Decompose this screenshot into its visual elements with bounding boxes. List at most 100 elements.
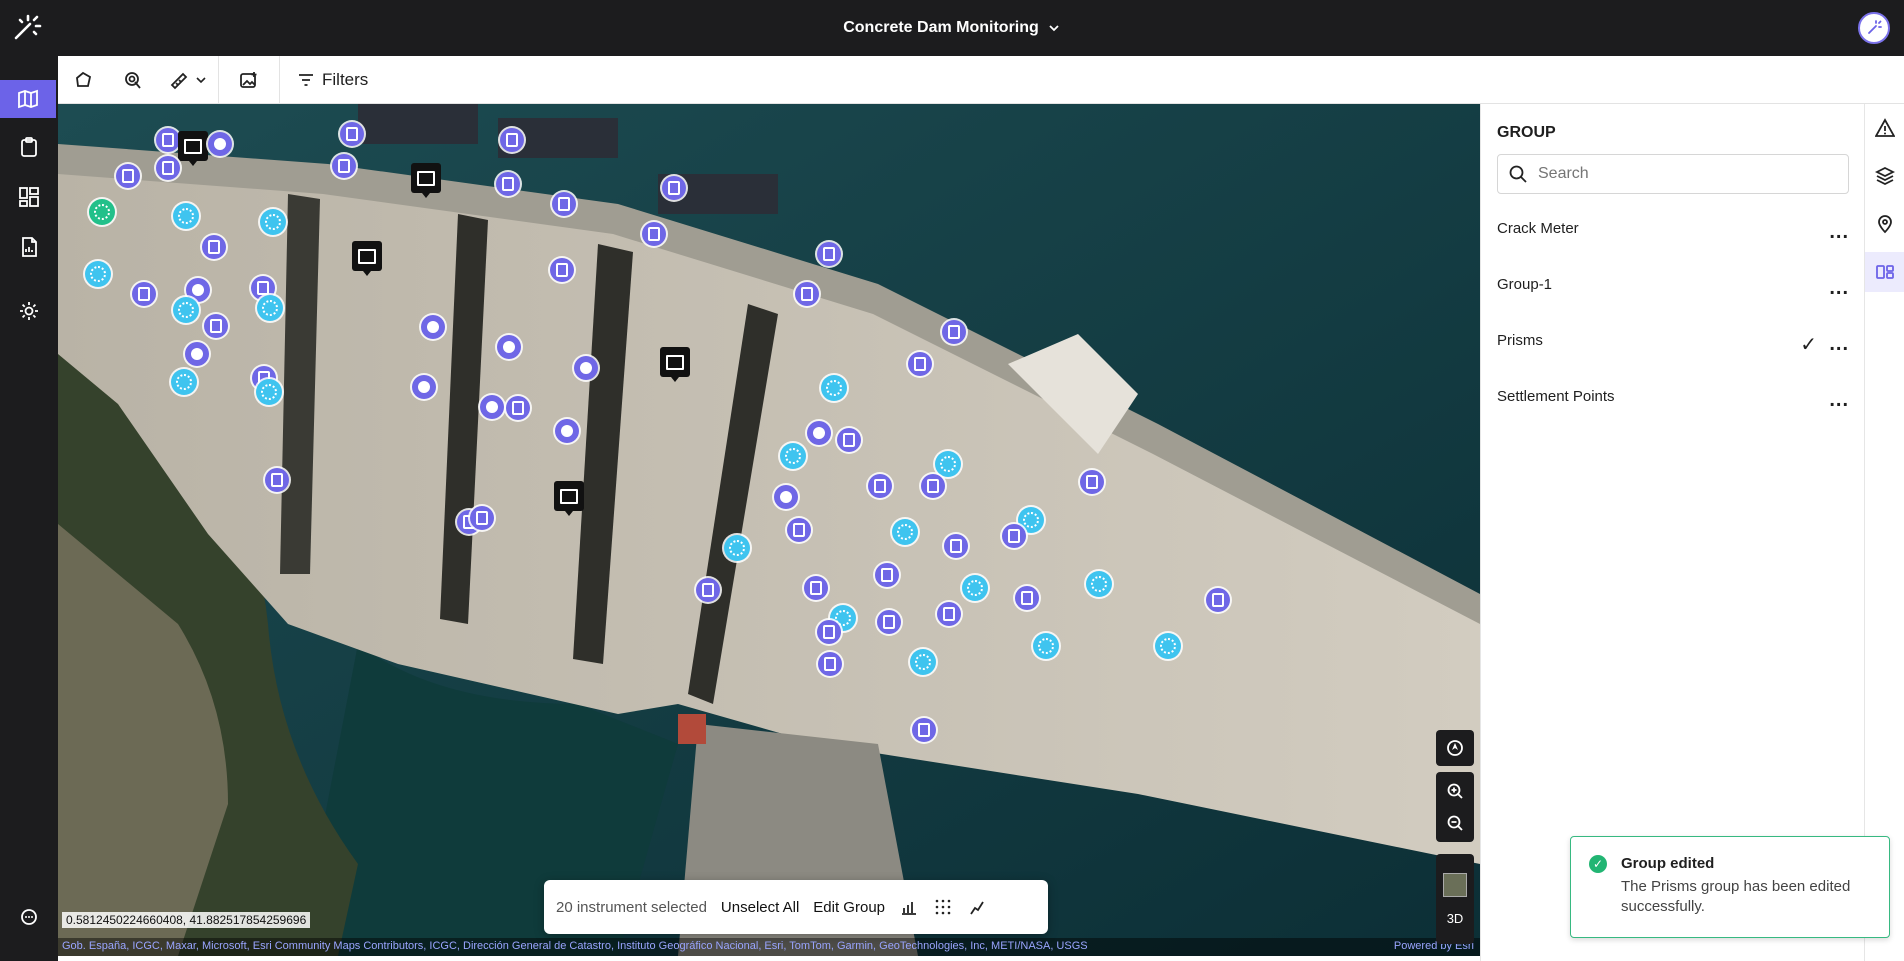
instrument-marker-icon[interactable] [185,342,209,366]
measure-tool-button[interactable] [158,56,218,104]
instrument-marker-icon[interactable] [340,122,364,146]
zoom-in-icon[interactable] [1446,782,1464,800]
instrument-marker-icon[interactable] [480,395,504,419]
alerts-tab[interactable] [1865,108,1904,148]
instrument-marker-icon[interactable] [496,172,520,196]
instrument-marker-icon[interactable] [795,282,819,306]
prism-marker-icon[interactable] [256,379,282,405]
prism-marker-icon[interactable] [962,575,988,601]
instrument-marker-icon[interactable] [500,128,524,152]
nav-clipboard-button[interactable] [8,128,50,166]
instrument-marker-icon[interactable] [204,314,228,338]
prism-marker-icon[interactable] [892,519,918,545]
instrument-marker-icon[interactable] [1002,524,1026,548]
polygon-select-button[interactable] [58,56,108,104]
instrument-marker-icon[interactable] [116,164,140,188]
prism-marker-icon[interactable] [821,375,847,401]
prism-marker-icon[interactable] [85,261,111,287]
instrument-marker-icon[interactable] [506,396,530,420]
instrument-marker-icon[interactable] [942,320,966,344]
more-options-icon[interactable]: ... [1829,222,1849,242]
instrument-marker-icon[interactable] [156,128,180,152]
photo-marker-icon[interactable] [352,241,382,276]
more-options-icon[interactable]: ... [1829,278,1849,298]
nav-report-button[interactable] [8,228,50,266]
photo-marker-icon[interactable] [411,163,441,198]
instrument-marker-icon[interactable] [875,563,899,587]
prism-marker-icon[interactable] [257,295,283,321]
instrument-marker-icon[interactable] [550,258,574,282]
edit-group-button[interactable]: Edit Group [813,899,885,916]
groups-tab[interactable] [1865,252,1904,292]
instrument-marker-icon[interactable] [696,578,720,602]
line-chart-icon[interactable] [967,897,987,917]
prism-marker-icon[interactable] [1033,633,1059,659]
instrument-marker-icon[interactable] [837,428,861,452]
instrument-marker-icon[interactable] [1015,586,1039,610]
instrument-marker-icon[interactable] [208,132,232,156]
instrument-marker-icon[interactable] [202,235,226,259]
instrument-marker-icon[interactable] [774,485,798,509]
prism-marker-icon[interactable] [780,443,806,469]
selected-marker-icon[interactable] [89,199,115,225]
group-row[interactable]: Group-1... [1497,276,1849,316]
instrument-marker-icon[interactable] [787,518,811,542]
map-view[interactable]: 0.5812450224660408, 41.882517854259696 G… [58,104,1480,956]
nav-dashboard-button[interactable] [8,178,50,216]
sparkle-logo-icon[interactable] [8,10,44,46]
add-image-button[interactable] [219,56,279,104]
search-input[interactable] [1538,165,1838,183]
photo-marker-icon[interactable] [178,131,208,166]
instrument-marker-icon[interactable] [265,468,289,492]
instrument-marker-icon[interactable] [818,652,842,676]
instrument-marker-icon[interactable] [421,315,445,339]
more-options-icon[interactable]: ... [1829,390,1849,410]
instrument-marker-icon[interactable] [332,154,356,178]
group-row[interactable]: Crack Meter... [1497,220,1849,260]
instrument-marker-icon[interactable] [807,421,831,445]
group-search[interactable] [1497,154,1849,194]
instrument-marker-icon[interactable] [497,335,521,359]
nav-settings-button[interactable] [8,292,50,330]
filters-button[interactable]: Filters [280,70,386,90]
point-select-button[interactable] [108,56,158,104]
project-selector[interactable]: Concrete Dam Monitoring [843,19,1061,37]
photo-marker-icon[interactable] [660,347,690,382]
nav-chat-button[interactable] [8,898,50,936]
compass-button[interactable] [1436,730,1474,766]
instrument-marker-icon[interactable] [937,602,961,626]
instrument-marker-icon[interactable] [470,506,494,530]
photo-marker-icon[interactable] [554,481,584,516]
group-row[interactable]: Settlement Points... [1497,388,1849,428]
instrument-marker-icon[interactable] [412,375,436,399]
instrument-marker-icon[interactable] [817,242,841,266]
bar-chart-icon[interactable] [899,897,919,917]
instrument-marker-icon[interactable] [552,192,576,216]
basemap-thumbnail-icon[interactable] [1443,872,1467,897]
instrument-marker-icon[interactable] [662,176,686,200]
more-options-icon[interactable]: ... [1829,334,1849,354]
prism-marker-icon[interactable] [1155,633,1181,659]
nav-map-button[interactable] [0,80,56,118]
unselect-all-button[interactable]: Unselect All [721,899,799,916]
instrument-marker-icon[interactable] [804,576,828,600]
instrument-marker-icon[interactable] [1206,588,1230,612]
prism-marker-icon[interactable] [910,649,936,675]
view-3d-toggle[interactable]: 3D [1447,911,1464,926]
prism-marker-icon[interactable] [724,535,750,561]
prism-marker-icon[interactable] [1086,571,1112,597]
layers-tab[interactable] [1865,156,1904,196]
locations-tab[interactable] [1865,204,1904,244]
instrument-marker-icon[interactable] [908,352,932,376]
instrument-marker-icon[interactable] [912,718,936,742]
instrument-marker-icon[interactable] [877,610,901,634]
prism-marker-icon[interactable] [173,203,199,229]
group-row[interactable]: Prisms ✓... [1497,332,1849,372]
instrument-marker-icon[interactable] [817,620,841,644]
instrument-marker-icon[interactable] [574,356,598,380]
instrument-marker-icon[interactable] [555,419,579,443]
instrument-marker-icon[interactable] [642,222,666,246]
instrument-marker-icon[interactable] [156,156,180,180]
prism-marker-icon[interactable] [935,451,961,477]
instrument-marker-icon[interactable] [132,282,156,306]
